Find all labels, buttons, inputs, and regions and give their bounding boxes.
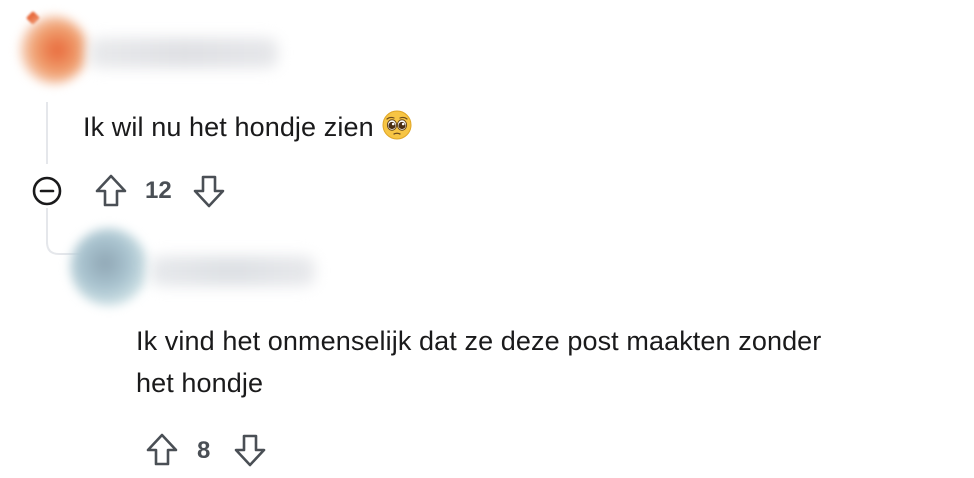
comment-text-line-2: het hondje bbox=[136, 368, 264, 398]
vote-count: 12 bbox=[145, 177, 172, 204]
comment-text-line-1: Ik vind het onmenselijk dat ze deze post… bbox=[136, 326, 822, 356]
arrow-up-icon bbox=[95, 174, 127, 207]
comment-body: Ik vind het onmenselijk dat ze deze post… bbox=[136, 320, 821, 404]
thread-line bbox=[46, 102, 48, 164]
username[interactable] bbox=[88, 38, 278, 68]
username[interactable] bbox=[150, 256, 315, 286]
collapse-minus-icon bbox=[32, 176, 62, 206]
avatar[interactable] bbox=[70, 228, 148, 306]
vote-count: 8 bbox=[197, 437, 211, 464]
arrow-down-icon bbox=[193, 175, 225, 208]
comment-body: Ik wil nu het hondje zien bbox=[83, 106, 412, 152]
downvote-button[interactable] bbox=[191, 172, 227, 210]
comment-text: Ik wil nu het hondje zien bbox=[83, 112, 374, 142]
avatar[interactable] bbox=[20, 16, 88, 84]
collapse-button[interactable] bbox=[30, 174, 64, 208]
downvote-button[interactable] bbox=[232, 431, 268, 469]
pleading-face-icon bbox=[382, 110, 412, 152]
upvote-button[interactable] bbox=[93, 172, 129, 210]
arrow-up-icon bbox=[146, 433, 178, 466]
arrow-down-icon bbox=[234, 434, 266, 467]
upvote-button[interactable] bbox=[144, 431, 180, 469]
